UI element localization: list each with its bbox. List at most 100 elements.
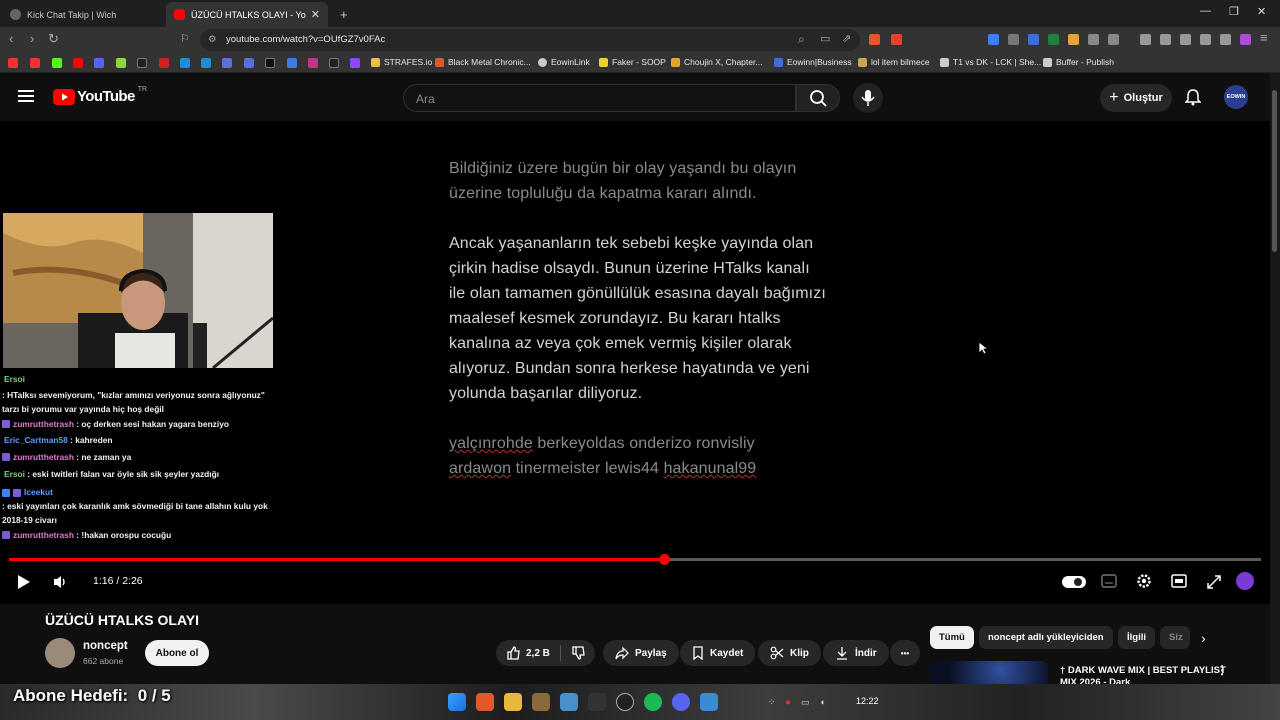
- media-icon[interactable]: [1140, 34, 1151, 45]
- address-bar[interactable]: ⚙ youtube.com/watch?v=OUfGZ7v0FAc ⌕ ▭ ⇗: [200, 29, 860, 51]
- search-input[interactable]: Ara: [403, 84, 796, 112]
- puzzle-icon[interactable]: [1088, 34, 1099, 45]
- bookmark-icon[interactable]: [244, 58, 254, 68]
- progress-bar[interactable]: [9, 554, 1261, 565]
- tray-chevron-icon[interactable]: ⁘: [768, 697, 776, 708]
- chip-for-you[interactable]: Siz: [1160, 626, 1190, 649]
- menu-icon[interactable]: ≡: [1260, 31, 1268, 45]
- photos-icon[interactable]: [560, 693, 578, 711]
- windows-start-icon[interactable]: [448, 693, 466, 711]
- more-vert-icon[interactable]: ⋮: [1216, 663, 1228, 677]
- clip-button[interactable]: Klip: [758, 640, 821, 666]
- extension-icon[interactable]: [1048, 34, 1059, 45]
- x-icon[interactable]: [265, 58, 275, 68]
- sidebar-icon[interactable]: [1160, 34, 1171, 45]
- minimize-icon[interactable]: —: [1200, 5, 1211, 17]
- bookmark-icon[interactable]: [8, 58, 18, 68]
- channel-avatar[interactable]: [45, 638, 75, 668]
- zoom-icon[interactable]: ⌕: [798, 32, 805, 46]
- bookmark-icon[interactable]: [201, 58, 211, 68]
- brave-rewards-icon[interactable]: [891, 34, 902, 45]
- share-icon[interactable]: ⇗: [842, 32, 851, 46]
- file-explorer-icon[interactable]: [504, 693, 522, 711]
- bookmark-eowinn-business[interactable]: Eowinn|Business: [774, 57, 852, 67]
- bookmark-icon[interactable]: [30, 58, 40, 68]
- hamburger-menu-icon[interactable]: [18, 89, 34, 103]
- brave-shields-icon[interactable]: [869, 34, 880, 45]
- new-tab-button[interactable]: +: [332, 2, 352, 27]
- youtube-logo[interactable]: YouTube TR: [53, 86, 147, 105]
- tiktok-icon[interactable]: [137, 58, 147, 68]
- site-info-icon[interactable]: ⚙: [208, 34, 217, 45]
- chip-related[interactable]: İlgili: [1118, 626, 1155, 649]
- bookmark-icon[interactable]: [116, 58, 126, 68]
- scrollbar-thumb[interactable]: [1272, 90, 1277, 252]
- channel-name[interactable]: noncept: [83, 640, 128, 652]
- extension-overlay-icon[interactable]: [1236, 572, 1254, 590]
- obs-icon[interactable]: [616, 693, 634, 711]
- spotify-icon[interactable]: [644, 693, 662, 711]
- mute-button[interactable]: [52, 574, 68, 590]
- notifications-bell-icon[interactable]: [1185, 88, 1201, 106]
- forward-icon[interactable]: ›: [30, 32, 34, 46]
- twitch-icon[interactable]: [350, 58, 360, 68]
- extension-icon[interactable]: [1068, 34, 1079, 45]
- bookmark-faker-soop[interactable]: Faker - SOOP: [599, 57, 666, 67]
- youtube-icon[interactable]: [73, 58, 83, 68]
- chip-all[interactable]: Tümü: [930, 626, 974, 649]
- brave-browser-icon[interactable]: [476, 693, 494, 711]
- bookmark-icon[interactable]: [159, 58, 169, 68]
- vpn-icon[interactable]: [1220, 34, 1231, 45]
- taskbar-clock[interactable]: 12:22: [856, 696, 879, 706]
- share-button[interactable]: Paylaş: [603, 640, 679, 666]
- cast-icon[interactable]: ▭: [820, 32, 830, 46]
- bookmark-icon[interactable]: [180, 58, 190, 68]
- video-player[interactable]: Bildiğiniz üzere bugün bir olay yaşandı …: [0, 121, 1270, 604]
- bookmark-icon[interactable]: [94, 58, 104, 68]
- bookmark-choujin[interactable]: Choujin X, Chapter...: [671, 57, 762, 67]
- tab-kick-chat[interactable]: Kick Chat Takip | Wich: [2, 2, 162, 27]
- back-icon[interactable]: ‹: [9, 32, 13, 46]
- tab-youtube[interactable]: ÜZÜCÜ HTALKS OLAYI - YouTube ✕: [166, 2, 328, 27]
- chip-from-uploader[interactable]: noncept adlı yükleyiciden: [979, 626, 1113, 649]
- instagram-icon[interactable]: [308, 58, 318, 68]
- app-icon[interactable]: [588, 693, 606, 711]
- bookmark-black-metal[interactable]: Black Metal Chronic...: [435, 57, 531, 67]
- extension-icon[interactable]: [1028, 34, 1039, 45]
- scrubber-handle[interactable]: [658, 554, 670, 565]
- close-tab-icon[interactable]: ✕: [311, 8, 320, 21]
- account-avatar[interactable]: EOWIN: [1224, 85, 1248, 109]
- save-button[interactable]: Kaydet: [680, 640, 756, 666]
- like-button[interactable]: 2,2 B: [496, 640, 595, 666]
- voice-search-button[interactable]: [853, 83, 883, 113]
- wallet-icon[interactable]: [1180, 34, 1191, 45]
- reload-icon[interactable]: ↻: [48, 32, 59, 46]
- profile-icon[interactable]: [1240, 34, 1251, 45]
- bookmark-icon[interactable]: [222, 58, 232, 68]
- tray-volume-icon[interactable]: ◖: [820, 697, 825, 707]
- discord-icon[interactable]: [672, 693, 690, 711]
- app-icon[interactable]: [700, 693, 718, 711]
- restore-icon[interactable]: ❐: [1229, 5, 1239, 18]
- bookmark-icon[interactable]: [287, 58, 297, 68]
- bookmark-lol-item[interactable]: lol item bilmece: [858, 57, 930, 67]
- bookmark-t1-dk[interactable]: T1 vs DK - LCK | She...: [940, 57, 1041, 67]
- theater-mode-button[interactable]: [1171, 574, 1187, 588]
- close-window-icon[interactable]: ✕: [1257, 5, 1266, 18]
- fullscreen-button[interactable]: [1206, 574, 1222, 590]
- more-actions-button[interactable]: •••: [890, 640, 920, 666]
- tray-network-icon[interactable]: ▭: [801, 697, 810, 708]
- search-button[interactable]: [796, 84, 840, 112]
- extension-icon[interactable]: [1008, 34, 1019, 45]
- leo-icon[interactable]: [1200, 34, 1211, 45]
- bookmark-buffer[interactable]: Buffer - Publish: [1043, 57, 1114, 67]
- chevron-right-icon[interactable]: ›: [1201, 630, 1206, 646]
- extension-icon[interactable]: [1108, 34, 1119, 45]
- autoplay-toggle[interactable]: [1062, 576, 1086, 588]
- play-button[interactable]: [16, 574, 32, 590]
- settings-button[interactable]: [1136, 573, 1152, 589]
- thumbs-down-icon[interactable]: [571, 646, 585, 660]
- app-icon[interactable]: [532, 693, 550, 711]
- kick-icon[interactable]: [52, 58, 62, 68]
- extension-icon[interactable]: [988, 34, 999, 45]
